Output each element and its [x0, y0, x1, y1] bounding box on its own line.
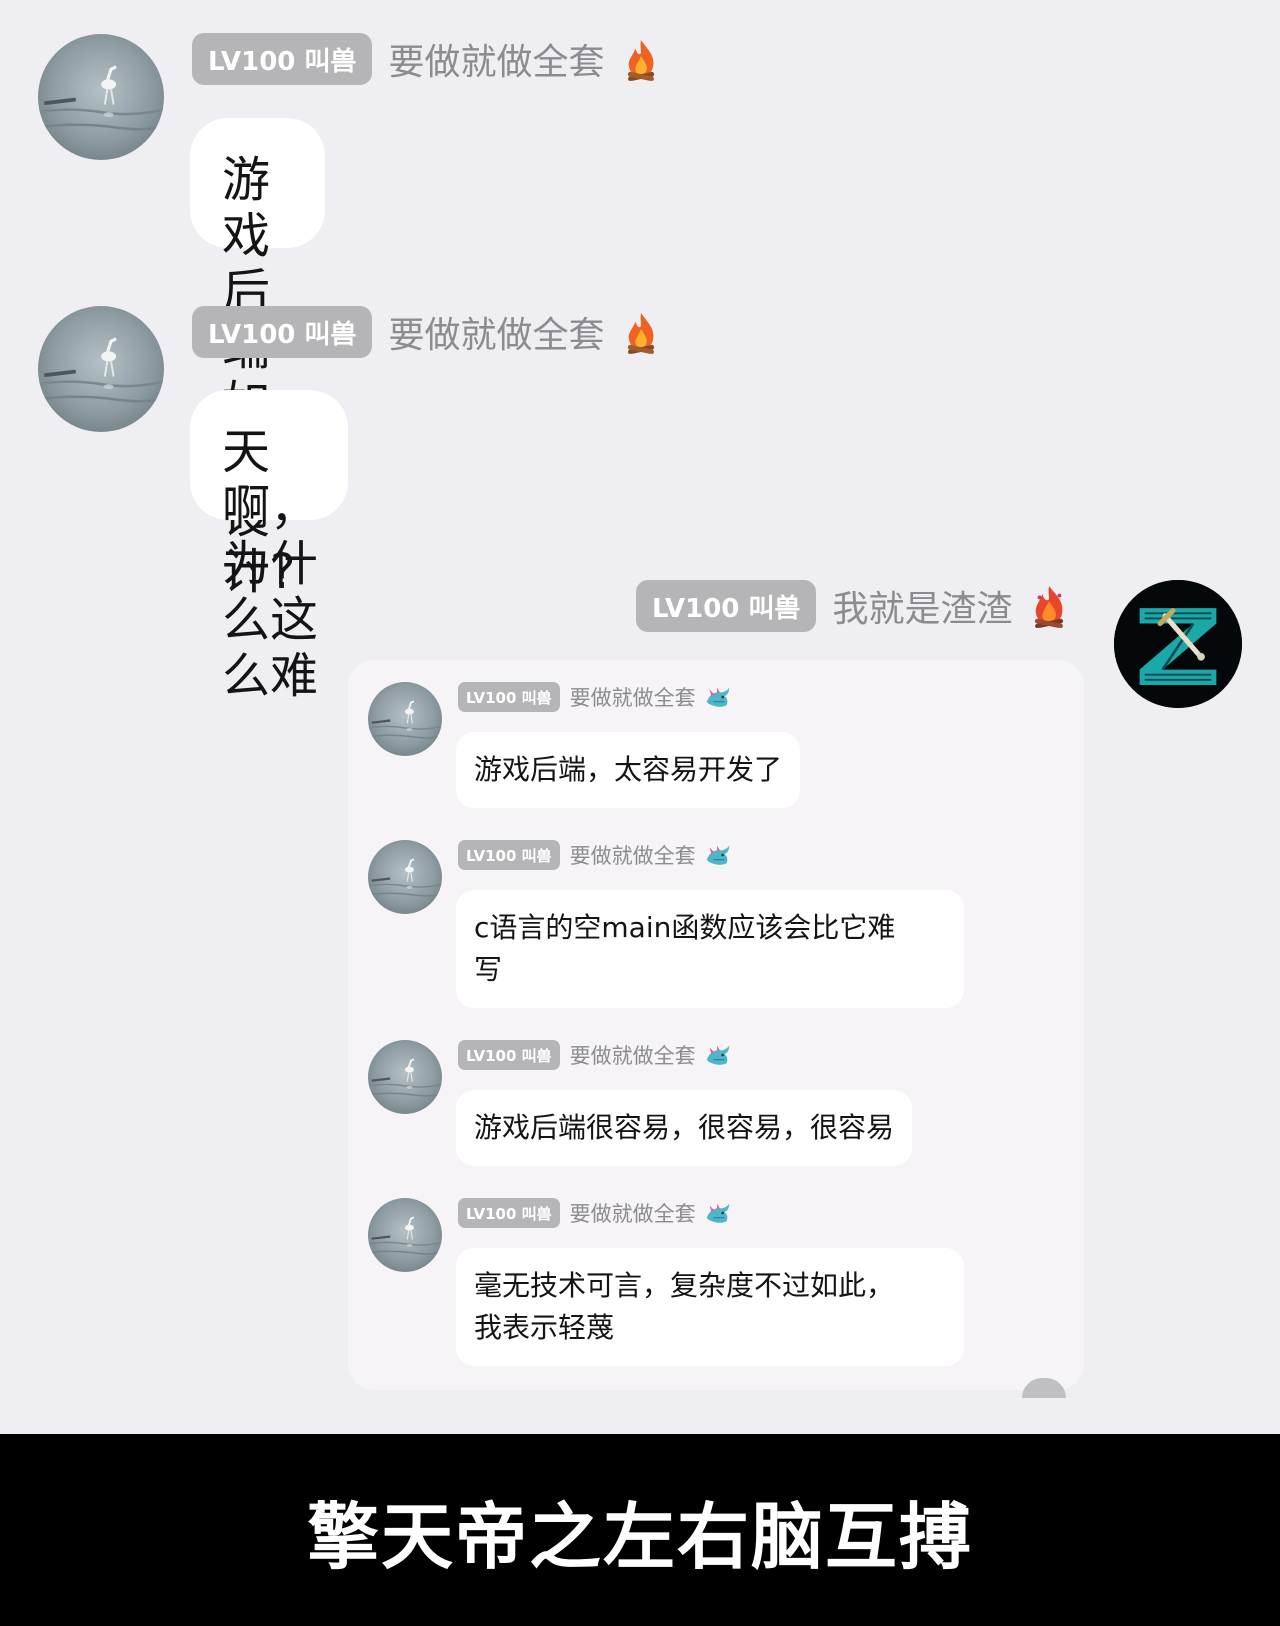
sender-name: 要做就做全套 — [569, 844, 696, 868]
sender-name: 要做就做全套 — [569, 686, 696, 710]
level-badge: LV100 叫兽 — [458, 1198, 560, 1228]
dragon-icon — [704, 842, 732, 868]
sender-name: 要做就做全套 — [569, 1202, 696, 1226]
dragon-icon — [704, 1042, 732, 1068]
message-text: 游戏后端很容易，很容易，很容易 — [474, 1111, 895, 1144]
z-logo-avatar-icon[interactable] — [1114, 580, 1242, 708]
sender-name: 要做就做全套 — [569, 1044, 696, 1068]
message-text-line-1: c语言的空main函数应该会比它难 — [474, 911, 896, 944]
message-text: 游戏后端，太容易开发了 — [474, 753, 783, 786]
dragon-icon — [704, 684, 732, 710]
sender-meta: LV100 叫兽 要做就做全套 — [458, 1198, 732, 1228]
message-text-line-1: 毫无技术可言，复杂度不过如此， — [474, 1269, 895, 1302]
self-sender-meta: LV100 叫兽 我就是渣渣 — [636, 580, 1068, 632]
message-bubble[interactable]: 游戏后端如何设计? — [190, 118, 326, 600]
level-badge: LV100 叫兽 — [192, 33, 373, 85]
sender-meta: LV100 叫兽 要做就做全套 — [458, 840, 732, 870]
level-badge: LV100 叫兽 — [192, 306, 373, 358]
level-badge: LV100 叫兽 — [458, 1040, 560, 1070]
caption-text: 擎天帝之左右脑互搏 — [306, 1494, 973, 1579]
campfire-icon — [622, 310, 660, 354]
message-text-line-2: 写 — [474, 953, 503, 986]
heron-avatar-icon — [368, 1040, 442, 1114]
caption-bar: 擎天帝之左右脑互搏 — [0, 1434, 1280, 1626]
bonfire-icon — [1030, 584, 1068, 628]
heron-avatar-icon — [368, 682, 442, 756]
sender-meta: LV100 叫兽 要做就做全套 — [458, 1040, 732, 1070]
sender-meta: LV100 叫兽 要做就做全套 — [192, 306, 660, 358]
sender-name[interactable]: 要做就做全套 — [388, 306, 604, 358]
level-badge: LV100 叫兽 — [458, 682, 560, 712]
message-text-line-2: 我表示轻蔑 — [474, 1311, 615, 1344]
heron-avatar-icon[interactable] — [38, 34, 164, 160]
heron-avatar-icon — [368, 840, 442, 914]
message-text: 天啊，为什么这么难 — [222, 424, 319, 704]
campfire-icon — [622, 37, 660, 81]
message-bubble: 游戏后端，太容易开发了 — [456, 732, 801, 808]
level-badge: LV100 叫兽 — [458, 840, 560, 870]
sender-meta: LV100 叫兽 要做就做全套 — [458, 682, 732, 712]
heron-avatar-icon[interactable] — [38, 306, 164, 432]
dragon-icon — [704, 1200, 732, 1226]
message-bubble[interactable]: 天啊，为什么这么难 — [190, 390, 348, 704]
heron-avatar-icon — [368, 1198, 442, 1272]
sender-meta: LV100 叫兽 要做就做全套 — [192, 33, 660, 85]
message-bubble: c语言的空main函数应该会比它难 写 — [456, 890, 964, 1008]
sender-name[interactable]: 要做就做全套 — [388, 33, 604, 85]
sender-name[interactable]: 我就是渣渣 — [832, 580, 1012, 632]
level-badge: LV100 叫兽 — [636, 580, 817, 632]
message-bubble: 毫无技术可言，复杂度不过如此， 我表示轻蔑 — [456, 1248, 964, 1366]
message-bubble: 游戏后端很容易，很容易，很容易 — [456, 1090, 913, 1166]
